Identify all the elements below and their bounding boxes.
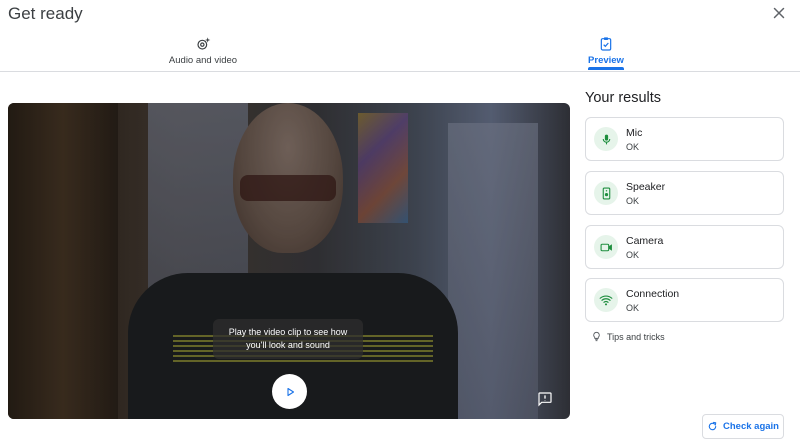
result-name: Mic bbox=[626, 127, 643, 139]
tab-audio-label: Audio and video bbox=[168, 55, 238, 66]
lightbulb-icon bbox=[593, 331, 600, 342]
result-status: OK bbox=[626, 142, 640, 152]
sparkle-settings-icon bbox=[197, 37, 211, 50]
result-status: OK bbox=[626, 250, 640, 260]
result-status: OK bbox=[626, 196, 640, 206]
check-again-button[interactable]: Check again bbox=[702, 414, 784, 439]
clipboard-check-icon bbox=[600, 37, 612, 51]
tips-label: Tips and tricks bbox=[607, 331, 665, 342]
result-icon-bg bbox=[594, 181, 618, 205]
result-name: Camera bbox=[626, 235, 664, 247]
result-name: Speaker bbox=[626, 181, 666, 193]
tab-audio-and-video[interactable]: Audio and video bbox=[165, 36, 241, 66]
tab-preview[interactable]: Preview bbox=[584, 36, 628, 66]
result-card-speaker: Speaker OK bbox=[585, 171, 784, 215]
refresh-icon bbox=[708, 421, 717, 431]
camera-icon bbox=[600, 243, 612, 251]
result-card-mic: Mic OK bbox=[585, 117, 784, 161]
tips-and-tricks-link[interactable]: Tips and tricks bbox=[591, 331, 665, 342]
play-hint-line1: Play the video clip to see how bbox=[228, 327, 348, 337]
result-icon-bg bbox=[594, 127, 618, 151]
results-title: Your results bbox=[585, 90, 662, 106]
result-card-connection: Connection OK bbox=[585, 278, 784, 322]
play-button[interactable] bbox=[272, 374, 307, 409]
video-preview: Play the video clip to see how you'll lo… bbox=[8, 103, 570, 419]
header-divider bbox=[0, 71, 800, 72]
play-hint: Play the video clip to see how you'll lo… bbox=[213, 319, 363, 359]
mic-icon bbox=[602, 134, 610, 144]
play-icon bbox=[286, 387, 294, 396]
dialog-title: Get ready bbox=[8, 4, 83, 23]
video-overlay bbox=[8, 103, 570, 419]
result-name: Connection bbox=[626, 288, 680, 300]
speaker-icon bbox=[602, 187, 610, 199]
wifi-icon bbox=[599, 295, 613, 306]
check-again-label: Check again bbox=[723, 421, 779, 432]
feedback-icon[interactable] bbox=[537, 391, 553, 407]
tab-preview-label: Preview bbox=[588, 55, 624, 66]
result-card-camera: Camera OK bbox=[585, 225, 784, 269]
play-hint-line2: you'll look and sound bbox=[246, 340, 330, 350]
result-icon-bg bbox=[594, 288, 618, 312]
result-icon-bg bbox=[594, 235, 618, 259]
active-tab-indicator bbox=[588, 67, 624, 70]
close-icon[interactable] bbox=[770, 4, 788, 22]
result-status: OK bbox=[626, 303, 640, 313]
